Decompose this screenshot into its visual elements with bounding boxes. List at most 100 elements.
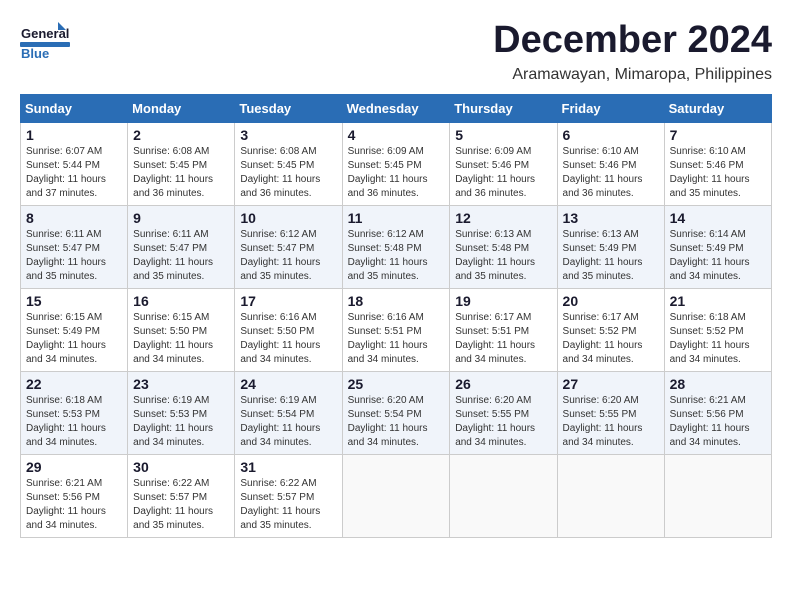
day-info: Sunrise: 6:21 AM Sunset: 5:56 PM Dayligh…	[26, 477, 122, 533]
day-number: 21	[670, 293, 766, 309]
calendar-cell: 22 Sunrise: 6:18 AM Sunset: 5:53 PM Dayli…	[21, 371, 128, 454]
day-number: 24	[240, 376, 336, 392]
calendar-cell: 16 Sunrise: 6:15 AM Sunset: 5:50 PM Dayli…	[128, 288, 235, 371]
day-number: 19	[455, 293, 551, 309]
day-number: 20	[563, 293, 659, 309]
header-saturday: Saturday	[664, 94, 771, 122]
calendar-cell: 19Sunrise: 6:17 AM Sunset: 5:51 PM Dayli…	[450, 288, 557, 371]
day-number: 5	[455, 127, 551, 143]
day-info: Sunrise: 6:07 AM Sunset: 5:44 PM Dayligh…	[26, 145, 122, 201]
day-info: Sunrise: 6:13 AM Sunset: 5:48 PM Dayligh…	[455, 228, 551, 284]
day-info: Sunrise: 6:12 AM Sunset: 5:48 PM Dayligh…	[348, 228, 445, 284]
calendar-cell: 21 Sunrise: 6:18 AM Sunset: 5:52 PM Dayli…	[664, 288, 771, 371]
calendar-cell: 30 Sunrise: 6:22 AM Sunset: 5:57 PM Dayli…	[128, 454, 235, 537]
header-wednesday: Wednesday	[342, 94, 450, 122]
week-row-3: 15Sunrise: 6:15 AM Sunset: 5:49 PM Dayli…	[21, 288, 772, 371]
day-info: Sunrise: 6:16 AM Sunset: 5:50 PM Dayligh…	[240, 311, 336, 367]
day-number: 28	[670, 376, 766, 392]
header-monday: Monday	[128, 94, 235, 122]
day-info: Sunrise: 6:19 AM Sunset: 5:54 PM Dayligh…	[240, 394, 336, 450]
calendar-cell: 15Sunrise: 6:15 AM Sunset: 5:49 PM Dayli…	[21, 288, 128, 371]
calendar-cell: 13 Sunrise: 6:13 AM Sunset: 5:49 PM Dayli…	[557, 205, 664, 288]
calendar-cell: 20 Sunrise: 6:17 AM Sunset: 5:52 PM Dayli…	[557, 288, 664, 371]
week-row-1: 1 Sunrise: 6:07 AM Sunset: 5:44 PM Daylig…	[21, 122, 772, 205]
calendar-cell	[342, 454, 450, 537]
calendar-cell: 11 Sunrise: 6:12 AM Sunset: 5:48 PM Dayli…	[342, 205, 450, 288]
day-info: Sunrise: 6:22 AM Sunset: 5:57 PM Dayligh…	[133, 477, 229, 533]
day-info: Sunrise: 6:14 AM Sunset: 5:49 PM Dayligh…	[670, 228, 766, 284]
calendar-cell: 25Sunrise: 6:20 AM Sunset: 5:54 PM Dayli…	[342, 371, 450, 454]
calendar-cell: 5 Sunrise: 6:09 AM Sunset: 5:46 PM Daylig…	[450, 122, 557, 205]
day-number: 10	[240, 210, 336, 226]
logo: General Blue	[20, 20, 70, 60]
day-info: Sunrise: 6:10 AM Sunset: 5:46 PM Dayligh…	[563, 145, 659, 201]
logo-icon: General Blue	[20, 20, 70, 60]
header-friday: Friday	[557, 94, 664, 122]
title-block: December 2024 Aramawayan, Mimaropa, Phil…	[493, 20, 772, 84]
day-number: 9	[133, 210, 229, 226]
calendar-cell: 29 Sunrise: 6:21 AM Sunset: 5:56 PM Dayli…	[21, 454, 128, 537]
calendar-cell: 10 Sunrise: 6:12 AM Sunset: 5:47 PM Dayli…	[235, 205, 342, 288]
day-info: Sunrise: 6:11 AM Sunset: 5:47 PM Dayligh…	[26, 228, 122, 284]
page-header: General Blue December 2024 Aramawayan, M…	[20, 20, 772, 84]
day-number: 30	[133, 459, 229, 475]
day-number: 4	[348, 127, 445, 143]
calendar-cell: 27 Sunrise: 6:20 AM Sunset: 5:55 PM Dayli…	[557, 371, 664, 454]
calendar-cell: 9 Sunrise: 6:11 AM Sunset: 5:47 PM Daylig…	[128, 205, 235, 288]
day-info: Sunrise: 6:08 AM Sunset: 5:45 PM Dayligh…	[133, 145, 229, 201]
header-thursday: Thursday	[450, 94, 557, 122]
svg-text:Blue: Blue	[21, 46, 49, 60]
day-info: Sunrise: 6:12 AM Sunset: 5:47 PM Dayligh…	[240, 228, 336, 284]
day-info: Sunrise: 6:10 AM Sunset: 5:46 PM Dayligh…	[670, 145, 766, 201]
header-sunday: Sunday	[21, 94, 128, 122]
day-number: 16	[133, 293, 229, 309]
day-info: Sunrise: 6:13 AM Sunset: 5:49 PM Dayligh…	[563, 228, 659, 284]
day-info: Sunrise: 6:08 AM Sunset: 5:45 PM Dayligh…	[240, 145, 336, 201]
calendar-cell: 24 Sunrise: 6:19 AM Sunset: 5:54 PM Dayli…	[235, 371, 342, 454]
day-number: 18	[348, 293, 445, 309]
day-info: Sunrise: 6:20 AM Sunset: 5:55 PM Dayligh…	[455, 394, 551, 450]
day-info: Sunrise: 6:20 AM Sunset: 5:55 PM Dayligh…	[563, 394, 659, 450]
day-number: 27	[563, 376, 659, 392]
calendar-cell: 7 Sunrise: 6:10 AM Sunset: 5:46 PM Daylig…	[664, 122, 771, 205]
day-number: 15	[26, 293, 122, 309]
calendar-cell: 17Sunrise: 6:16 AM Sunset: 5:50 PM Dayli…	[235, 288, 342, 371]
day-info: Sunrise: 6:17 AM Sunset: 5:52 PM Dayligh…	[563, 311, 659, 367]
day-info: Sunrise: 6:11 AM Sunset: 5:47 PM Dayligh…	[133, 228, 229, 284]
day-number: 7	[670, 127, 766, 143]
day-number: 29	[26, 459, 122, 475]
calendar-cell: 4 Sunrise: 6:09 AM Sunset: 5:45 PM Daylig…	[342, 122, 450, 205]
calendar-cell: 2 Sunrise: 6:08 AM Sunset: 5:45 PM Daylig…	[128, 122, 235, 205]
day-number: 3	[240, 127, 336, 143]
header-tuesday: Tuesday	[235, 94, 342, 122]
day-number: 1	[26, 127, 122, 143]
day-number: 8	[26, 210, 122, 226]
calendar-cell: 18 Sunrise: 6:16 AM Sunset: 5:51 PM Dayli…	[342, 288, 450, 371]
calendar-header-row: Sunday Monday Tuesday Wednesday Thursday…	[21, 94, 772, 122]
calendar-cell	[664, 454, 771, 537]
day-number: 25	[348, 376, 445, 392]
day-number: 2	[133, 127, 229, 143]
day-info: Sunrise: 6:18 AM Sunset: 5:52 PM Dayligh…	[670, 311, 766, 367]
day-number: 23	[133, 376, 229, 392]
week-row-2: 8 Sunrise: 6:11 AM Sunset: 5:47 PM Daylig…	[21, 205, 772, 288]
day-number: 11	[348, 210, 445, 226]
week-row-5: 29 Sunrise: 6:21 AM Sunset: 5:56 PM Dayli…	[21, 454, 772, 537]
day-info: Sunrise: 6:09 AM Sunset: 5:45 PM Dayligh…	[348, 145, 445, 201]
calendar-table: Sunday Monday Tuesday Wednesday Thursday…	[20, 94, 772, 538]
day-info: Sunrise: 6:09 AM Sunset: 5:46 PM Dayligh…	[455, 145, 551, 201]
day-number: 22	[26, 376, 122, 392]
day-number: 14	[670, 210, 766, 226]
calendar-cell: 14 Sunrise: 6:14 AM Sunset: 5:49 PM Dayli…	[664, 205, 771, 288]
day-number: 13	[563, 210, 659, 226]
day-number: 6	[563, 127, 659, 143]
day-info: Sunrise: 6:18 AM Sunset: 5:53 PM Dayligh…	[26, 394, 122, 450]
day-number: 31	[240, 459, 336, 475]
day-info: Sunrise: 6:16 AM Sunset: 5:51 PM Dayligh…	[348, 311, 445, 367]
day-info: Sunrise: 6:15 AM Sunset: 5:50 PM Dayligh…	[133, 311, 229, 367]
calendar-cell: 3 Sunrise: 6:08 AM Sunset: 5:45 PM Daylig…	[235, 122, 342, 205]
calendar-cell: 6 Sunrise: 6:10 AM Sunset: 5:46 PM Daylig…	[557, 122, 664, 205]
calendar-cell: 26Sunrise: 6:20 AM Sunset: 5:55 PM Dayli…	[450, 371, 557, 454]
calendar-cell: 28Sunrise: 6:21 AM Sunset: 5:56 PM Dayli…	[664, 371, 771, 454]
calendar-cell: 12Sunrise: 6:13 AM Sunset: 5:48 PM Dayli…	[450, 205, 557, 288]
